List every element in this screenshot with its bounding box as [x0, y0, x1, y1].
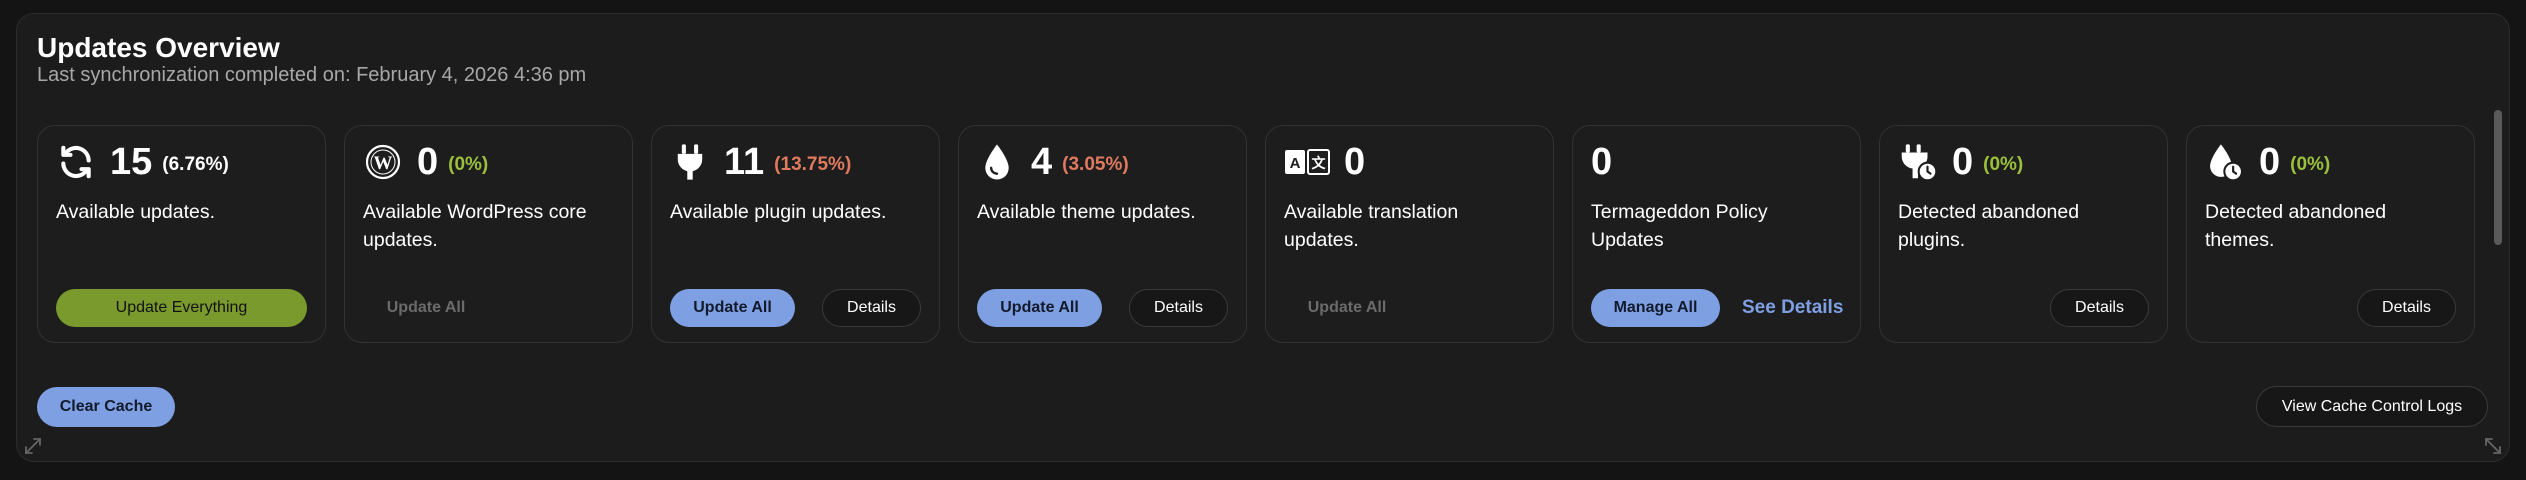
- manage-all-button[interactable]: Manage All: [1591, 289, 1720, 327]
- drop-clock-icon: [2205, 142, 2245, 182]
- abandoned-theme-count: 0: [2259, 141, 2281, 183]
- card-abandoned-themes: 0 (0%) Detected abandoned themes. Detail…: [2186, 125, 2475, 343]
- refresh-icon: [56, 142, 96, 182]
- card-termageddon-policy: 0 Termageddon Policy Updates Manage All …: [1572, 125, 1861, 343]
- abandoned-plugins-details-button[interactable]: Details: [2050, 289, 2149, 327]
- plugin-update-percentage: (13.75%): [774, 154, 852, 175]
- update-percentage: (6.76%): [162, 154, 229, 175]
- translation-update-count: 0: [1344, 141, 1366, 183]
- abandoned-themes-details-button[interactable]: Details: [2357, 289, 2456, 327]
- stat-row: A 文 0: [1284, 136, 1365, 188]
- plugin-details-button[interactable]: Details: [822, 289, 921, 327]
- core-update-percentage: (0%): [448, 154, 489, 175]
- svg-text:文: 文: [1312, 155, 1327, 172]
- card-description: Available WordPress core updates.: [363, 201, 587, 251]
- card-translation-updates: A 文 0 Available translation updates. Upd…: [1265, 125, 1554, 343]
- card-description: Available plugin updates.: [670, 201, 887, 223]
- see-details-link[interactable]: See Details: [1742, 297, 1843, 319]
- wordpress-icon: W: [363, 142, 403, 182]
- translate-icon: A 文: [1284, 142, 1330, 182]
- card-description: Termageddon Policy Updates: [1591, 201, 1768, 251]
- update-all-plugins-button[interactable]: Update All: [670, 289, 795, 327]
- drop-icon: [977, 142, 1017, 182]
- stat-row: 0 (0%): [2205, 136, 2330, 188]
- card-abandoned-plugins: 0 (0%) Detected abandoned plugins. Detai…: [1879, 125, 2168, 343]
- update-all-themes-button[interactable]: Update All: [977, 289, 1102, 327]
- theme-update-percentage: (3.05%): [1062, 154, 1129, 175]
- card-plugin-updates: 11 (13.75%) Available plugin updates. Up…: [651, 125, 940, 343]
- sync-status: Last synchronization completed on: Febru…: [37, 64, 587, 86]
- abandoned-plugin-count: 0: [1952, 141, 1974, 183]
- stat-row: 4 (3.05%): [977, 136, 1129, 188]
- theme-details-button[interactable]: Details: [1129, 289, 1228, 327]
- plugin-update-count: 11: [724, 141, 765, 183]
- stat-row: 15 (6.76%): [56, 136, 229, 188]
- abandoned-theme-percentage: (0%): [2290, 154, 2331, 175]
- card-description: Detected abandoned themes.: [2205, 201, 2387, 251]
- clear-cache-button[interactable]: Clear Cache: [37, 387, 175, 427]
- svg-text:A: A: [1290, 155, 1301, 172]
- card-theme-updates: 4 (3.05%) Available theme updates. Updat…: [958, 125, 1247, 343]
- card-description: Available theme updates.: [977, 201, 1196, 223]
- card-description: Available translation updates.: [1284, 201, 1459, 251]
- stat-row: W 0 (0%): [363, 136, 488, 188]
- policy-update-count: 0: [1591, 141, 1613, 183]
- theme-update-count: 4: [1031, 141, 1053, 183]
- card-description: Detected abandoned plugins.: [1898, 201, 2080, 251]
- core-update-count: 0: [417, 141, 439, 183]
- card-available-updates: 15 (6.76%) Available updates. Update Eve…: [37, 125, 326, 343]
- resize-handle-right-icon[interactable]: [2484, 437, 2502, 455]
- stat-row: 0 (0%): [1898, 136, 2023, 188]
- stat-row: 11 (13.75%): [670, 136, 851, 188]
- update-all-core-button[interactable]: Update All: [363, 289, 489, 327]
- view-cache-logs-button[interactable]: View Cache Control Logs: [2256, 386, 2488, 427]
- plug-icon: [670, 142, 710, 182]
- card-description: Available updates.: [56, 201, 216, 223]
- plug-clock-icon: [1898, 142, 1938, 182]
- update-everything-button[interactable]: Update Everything: [56, 289, 307, 327]
- update-count: 15: [110, 141, 153, 183]
- vertical-scrollbar[interactable]: [2494, 110, 2502, 245]
- page-title: Updates Overview: [37, 32, 280, 63]
- stat-row: 0: [1591, 136, 1612, 188]
- update-all-translations-button[interactable]: Update All: [1284, 289, 1410, 327]
- svg-text:W: W: [374, 153, 393, 174]
- abandoned-plugin-percentage: (0%): [1983, 154, 2024, 175]
- resize-handle-left-icon[interactable]: [24, 437, 42, 455]
- card-wordpress-core: W 0 (0%) Available WordPress core update…: [344, 125, 633, 343]
